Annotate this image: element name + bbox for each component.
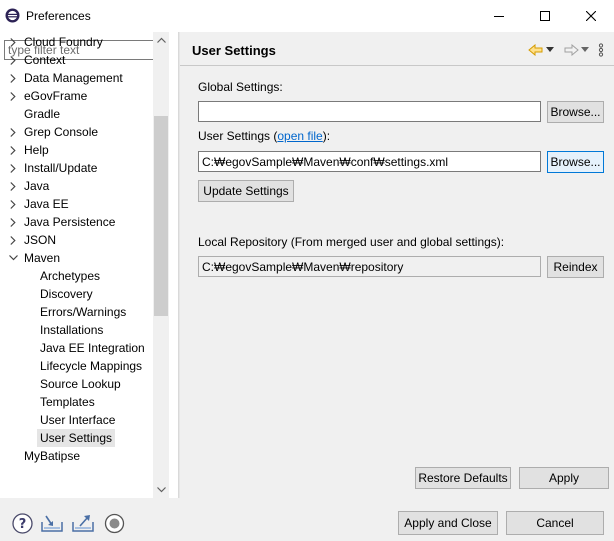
global-settings-label: Global Settings: bbox=[198, 80, 283, 94]
record-icon bbox=[104, 513, 124, 533]
tree-item-label: Gradle bbox=[24, 107, 61, 121]
tree-scrollbar[interactable] bbox=[153, 32, 169, 498]
chevron-right-icon[interactable] bbox=[6, 141, 20, 159]
chevron-right-icon[interactable] bbox=[6, 87, 20, 105]
svg-text:?: ? bbox=[18, 517, 26, 532]
apply-button[interactable]: Apply bbox=[519, 467, 609, 489]
local-repository-input bbox=[198, 256, 541, 277]
eclipse-icon bbox=[5, 8, 20, 23]
chevron-right-icon[interactable] bbox=[6, 159, 20, 177]
tree-item-label: MyBatipse bbox=[24, 449, 81, 463]
minimize-button[interactable] bbox=[476, 0, 522, 32]
preferences-window: Preferences Cloud Foundry Context Data Man… bbox=[0, 0, 614, 541]
import-icon bbox=[41, 515, 63, 532]
tree-item-label: Context bbox=[24, 53, 66, 67]
local-repository-label: Local Repository (From merged user and g… bbox=[198, 235, 505, 249]
tree-item-label: User Interface bbox=[40, 413, 116, 427]
tree-item-label: Installations bbox=[40, 323, 104, 337]
chevron-up-icon bbox=[156, 37, 166, 43]
user-settings-label-prefix: User Settings ( bbox=[198, 129, 278, 143]
chevron-down-icon bbox=[156, 487, 166, 493]
chevron-down-icon[interactable] bbox=[6, 249, 20, 267]
tree-item-label: Java bbox=[24, 179, 50, 193]
forward-arrow-icon bbox=[564, 44, 579, 56]
maximize-button[interactable] bbox=[522, 0, 568, 32]
view-menu-button[interactable] bbox=[598, 43, 604, 57]
page-navigation bbox=[528, 42, 604, 58]
dialog-button-bar: ? Apply and Close Cancel bbox=[0, 498, 614, 541]
tree-item-label: Errors/Warnings bbox=[40, 305, 127, 319]
dropdown-arrow-icon bbox=[546, 47, 554, 52]
maximize-icon bbox=[540, 11, 550, 21]
apply-and-close-button[interactable]: Apply and Close bbox=[398, 511, 498, 535]
scroll-up-button[interactable] bbox=[153, 32, 169, 48]
export-icon bbox=[72, 515, 94, 532]
tree-item-label: Archetypes bbox=[40, 269, 101, 283]
tree-item-label: Java EE bbox=[24, 197, 69, 211]
tree-item-label: Lifecycle Mappings bbox=[40, 359, 143, 373]
restore-defaults-button[interactable]: Restore Defaults bbox=[415, 467, 511, 489]
chevron-right-icon[interactable] bbox=[6, 195, 20, 213]
preference-tree: Cloud Foundry Context Data Management eGovF… bbox=[0, 32, 152, 498]
back-button[interactable] bbox=[528, 44, 544, 56]
tree-item-label: Templates bbox=[40, 395, 95, 409]
tree-item-label: JSON bbox=[24, 233, 57, 247]
scroll-thumb[interactable] bbox=[154, 116, 168, 316]
tree-item-label: eGovFrame bbox=[24, 89, 88, 103]
help-icon: ? bbox=[11, 512, 33, 534]
more-vertical-icon bbox=[598, 43, 604, 57]
forward-button[interactable] bbox=[563, 44, 579, 56]
close-button[interactable] bbox=[568, 0, 614, 32]
global-browse-button[interactable]: Browse... bbox=[547, 101, 604, 123]
forward-history-dropdown[interactable] bbox=[581, 47, 590, 53]
update-settings-button[interactable]: Update Settings bbox=[198, 180, 294, 202]
scroll-down-button[interactable] bbox=[153, 482, 169, 498]
chevron-right-icon[interactable] bbox=[6, 231, 20, 249]
chevron-right-icon[interactable] bbox=[6, 213, 20, 231]
tree-item-label: Cloud Foundry bbox=[24, 35, 103, 49]
user-browse-button[interactable]: Browse... bbox=[547, 151, 604, 173]
open-file-link[interactable]: open file bbox=[277, 129, 322, 143]
global-settings-input[interactable] bbox=[198, 101, 541, 122]
user-settings-label: User Settings (open file): bbox=[198, 129, 330, 143]
title-bar: Preferences bbox=[0, 0, 614, 32]
close-icon bbox=[586, 11, 596, 21]
page-title: User Settings bbox=[192, 43, 276, 58]
reindex-button[interactable]: Reindex bbox=[547, 256, 604, 278]
import-button[interactable] bbox=[41, 512, 63, 534]
back-history-dropdown[interactable] bbox=[546, 47, 555, 53]
window-title: Preferences bbox=[26, 9, 91, 23]
tree-item-label: Install/Update bbox=[24, 161, 98, 175]
help-button[interactable]: ? bbox=[11, 512, 33, 534]
tree-item-label: User Settings bbox=[37, 429, 116, 447]
minimize-icon bbox=[494, 16, 504, 17]
back-arrow-icon bbox=[528, 44, 543, 56]
dropdown-arrow-icon bbox=[581, 47, 589, 52]
chevron-right-icon[interactable] bbox=[6, 33, 20, 51]
tree-item-label: Discovery bbox=[40, 287, 93, 301]
chevron-right-icon[interactable] bbox=[6, 69, 20, 87]
tree-item-label: Maven bbox=[24, 251, 61, 265]
user-settings-input[interactable] bbox=[198, 151, 541, 172]
tree-item-label: Help bbox=[24, 143, 49, 157]
export-button[interactable] bbox=[72, 512, 94, 534]
cancel-button[interactable]: Cancel bbox=[506, 511, 604, 535]
record-button[interactable] bbox=[103, 512, 125, 534]
user-settings-label-suffix: ): bbox=[322, 129, 331, 143]
header-separator bbox=[180, 65, 614, 66]
chevron-right-icon[interactable] bbox=[6, 123, 20, 141]
tree-item-label: Source Lookup bbox=[40, 377, 121, 391]
tree-item-label: Java Persistence bbox=[24, 215, 116, 229]
chevron-right-icon[interactable] bbox=[6, 177, 20, 195]
tree-item-label: Java EE Integration bbox=[40, 341, 145, 355]
tree-item-label: Grep Console bbox=[24, 125, 99, 139]
chevron-right-icon[interactable] bbox=[6, 51, 20, 69]
preference-page: User Settings Global Settings: Browse...… bbox=[180, 32, 614, 498]
tree-item-label: Data Management bbox=[24, 71, 123, 85]
